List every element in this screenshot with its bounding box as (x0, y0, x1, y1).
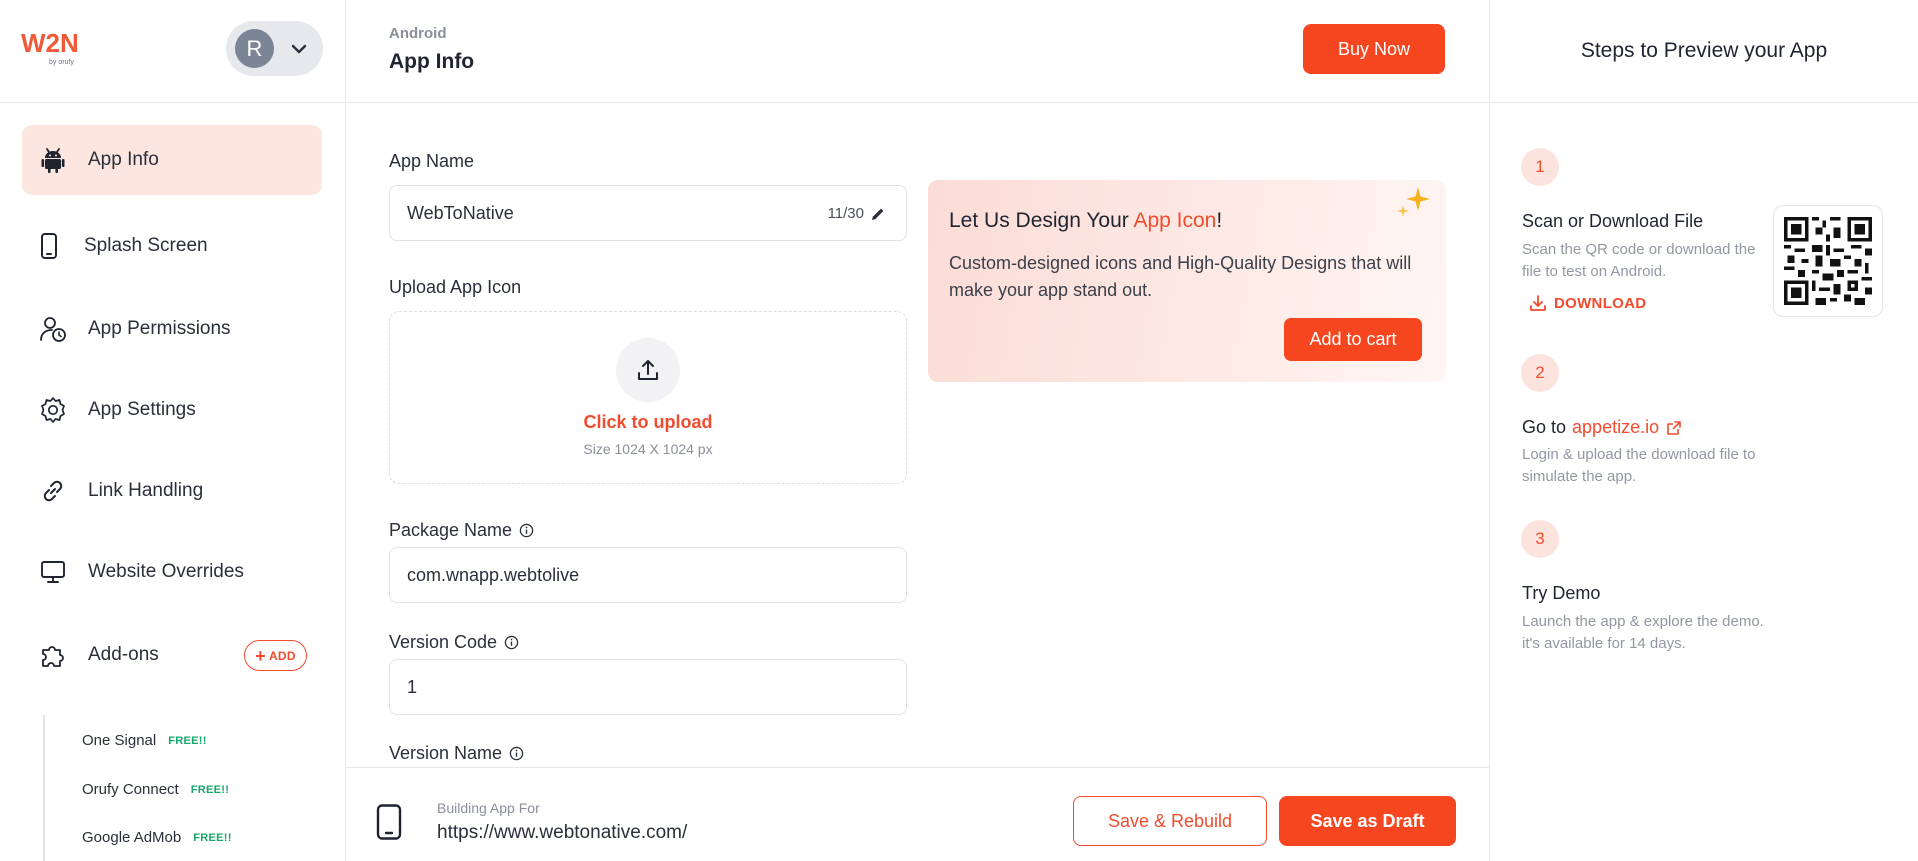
sidebar-item-label: App Info (88, 149, 159, 170)
upload-icon (638, 360, 658, 380)
upload-size-hint: Size 1024 X 1024 px (583, 441, 713, 457)
save-draft-button[interactable]: Save as Draft (1279, 796, 1456, 846)
appetize-link[interactable]: appetize.io (1572, 417, 1659, 438)
sidebar-item-app-settings[interactable]: App Settings (22, 375, 322, 445)
step-number: 1 (1521, 148, 1559, 186)
version-code-label: Version Code (389, 632, 519, 653)
sidebar-item-label: App Permissions (88, 318, 231, 339)
plus-icon: + (255, 645, 266, 666)
user-clock-icon (38, 314, 68, 344)
version-code-input[interactable]: 1 (389, 659, 907, 715)
step-title: Scan or Download File (1522, 211, 1704, 231)
chevron-down-icon (291, 44, 307, 53)
upload-dropzone[interactable]: Click to upload Size 1024 X 1024 px (389, 311, 907, 484)
phone-icon (376, 804, 402, 840)
link-icon (38, 476, 68, 506)
sidebar-item-label: Website Overrides (88, 561, 244, 582)
free-badge: FREE!! (168, 734, 207, 747)
qr-code (1773, 205, 1883, 317)
addons-tree-line (43, 715, 45, 861)
info-icon[interactable] (519, 523, 534, 538)
android-icon (38, 145, 68, 175)
sidebar-item-add-ons[interactable]: Add-ons + ADD (22, 620, 322, 690)
buy-now-button[interactable]: Buy Now (1303, 24, 1445, 74)
sidebar-item-app-permissions[interactable]: App Permissions (22, 294, 322, 364)
addon-orufy-connect[interactable]: Orufy Connect FREE!! (82, 781, 229, 798)
step-number: 2 (1521, 354, 1559, 392)
step-description: Launch the app & explore the demo. it's … (1522, 613, 1764, 652)
app-name-input[interactable]: WebToNative 11/30 (389, 185, 907, 241)
sidebar: W2N by orufy R App Info Splash Screen Ap… (0, 0, 346, 861)
user-menu[interactable]: R (226, 21, 323, 76)
promo-description: Custom-designed icons and High-Quality D… (949, 253, 1412, 300)
package-name-input[interactable]: com.wnapp.webtolive (389, 547, 907, 603)
avatar: R (235, 29, 274, 68)
gear-icon (38, 395, 68, 425)
char-counter: 11/30 (828, 205, 886, 222)
sidebar-item-label: Link Handling (88, 480, 204, 501)
building-url: https://www.webtonative.com/ (437, 822, 688, 843)
external-link-icon[interactable] (1666, 420, 1682, 436)
page-title: App Info (389, 50, 475, 73)
step-title: Go to appetize.io (1522, 417, 1682, 438)
sidebar-item-website-overrides[interactable]: Website Overrides (22, 537, 322, 607)
svg-text:W2N: W2N (21, 28, 79, 58)
w2n-logo[interactable]: W2N by orufy (21, 26, 87, 68)
step-title: Try Demo (1522, 583, 1601, 603)
free-badge: FREE!! (193, 831, 232, 844)
monitor-icon (38, 557, 68, 587)
building-for-label: Building App For (437, 800, 540, 816)
sidebar-item-link-handling[interactable]: Link Handling (22, 456, 322, 526)
platform-label: Android (389, 25, 447, 42)
sidebar-item-splash-screen[interactable]: Splash Screen (22, 211, 322, 281)
app-name-label: App Name (389, 151, 475, 171)
free-badge: FREE!! (190, 783, 230, 796)
sparkle-icon (1397, 187, 1430, 217)
click-to-upload[interactable]: Click to upload (390, 412, 906, 433)
promo-title: Let Us Design Your App Icon! (949, 209, 1223, 232)
download-link[interactable]: DOWNLOAD (1528, 293, 1646, 313)
info-icon[interactable] (509, 746, 524, 761)
step-number: 3 (1521, 520, 1559, 558)
info-icon[interactable] (504, 635, 519, 650)
build-footer: Building App For https://www.webtonative… (346, 767, 1489, 861)
sidebar-item-label: Splash Screen (84, 235, 208, 256)
phone-icon (34, 231, 64, 261)
icon-design-promo: Let Us Design Your App Icon! Custom-desi… (928, 180, 1446, 382)
upload-button[interactable] (616, 338, 680, 402)
sidebar-header: W2N by orufy R (0, 0, 345, 103)
qr-code-icon (1784, 217, 1872, 305)
sidebar-item-label: Add-ons (88, 644, 159, 665)
addon-google-admob[interactable]: Google AdMob FREE!! (82, 829, 232, 846)
svg-text:by orufy: by orufy (49, 59, 74, 66)
step-description: Login & upload the download file to simu… (1522, 446, 1756, 485)
sidebar-item-label: App Settings (88, 399, 196, 420)
main-header: Android App Info Buy Now (346, 0, 1489, 103)
package-name-label: Package Name (389, 520, 534, 541)
version-name-label: Version Name (389, 743, 524, 764)
puzzle-icon (38, 640, 68, 670)
pencil-icon[interactable] (870, 206, 886, 222)
addon-one-signal[interactable]: One Signal FREE!! (82, 732, 207, 749)
add-to-cart-button[interactable]: Add to cart (1284, 318, 1422, 361)
add-addon-button[interactable]: + ADD (244, 640, 307, 671)
preview-panel: Steps to Preview your App 1 Scan or Down… (1489, 0, 1918, 861)
main-content: Android App Info Buy Now App Name WebToN… (346, 0, 1489, 861)
step-description: Scan the QR code or download the file to… (1522, 241, 1756, 280)
sidebar-item-app-info[interactable]: App Info (22, 125, 322, 195)
preview-title: Steps to Preview your App (1490, 0, 1918, 103)
download-icon (1530, 295, 1546, 311)
upload-icon-label: Upload App Icon (389, 277, 522, 297)
save-rebuild-button[interactable]: Save & Rebuild (1073, 796, 1267, 846)
